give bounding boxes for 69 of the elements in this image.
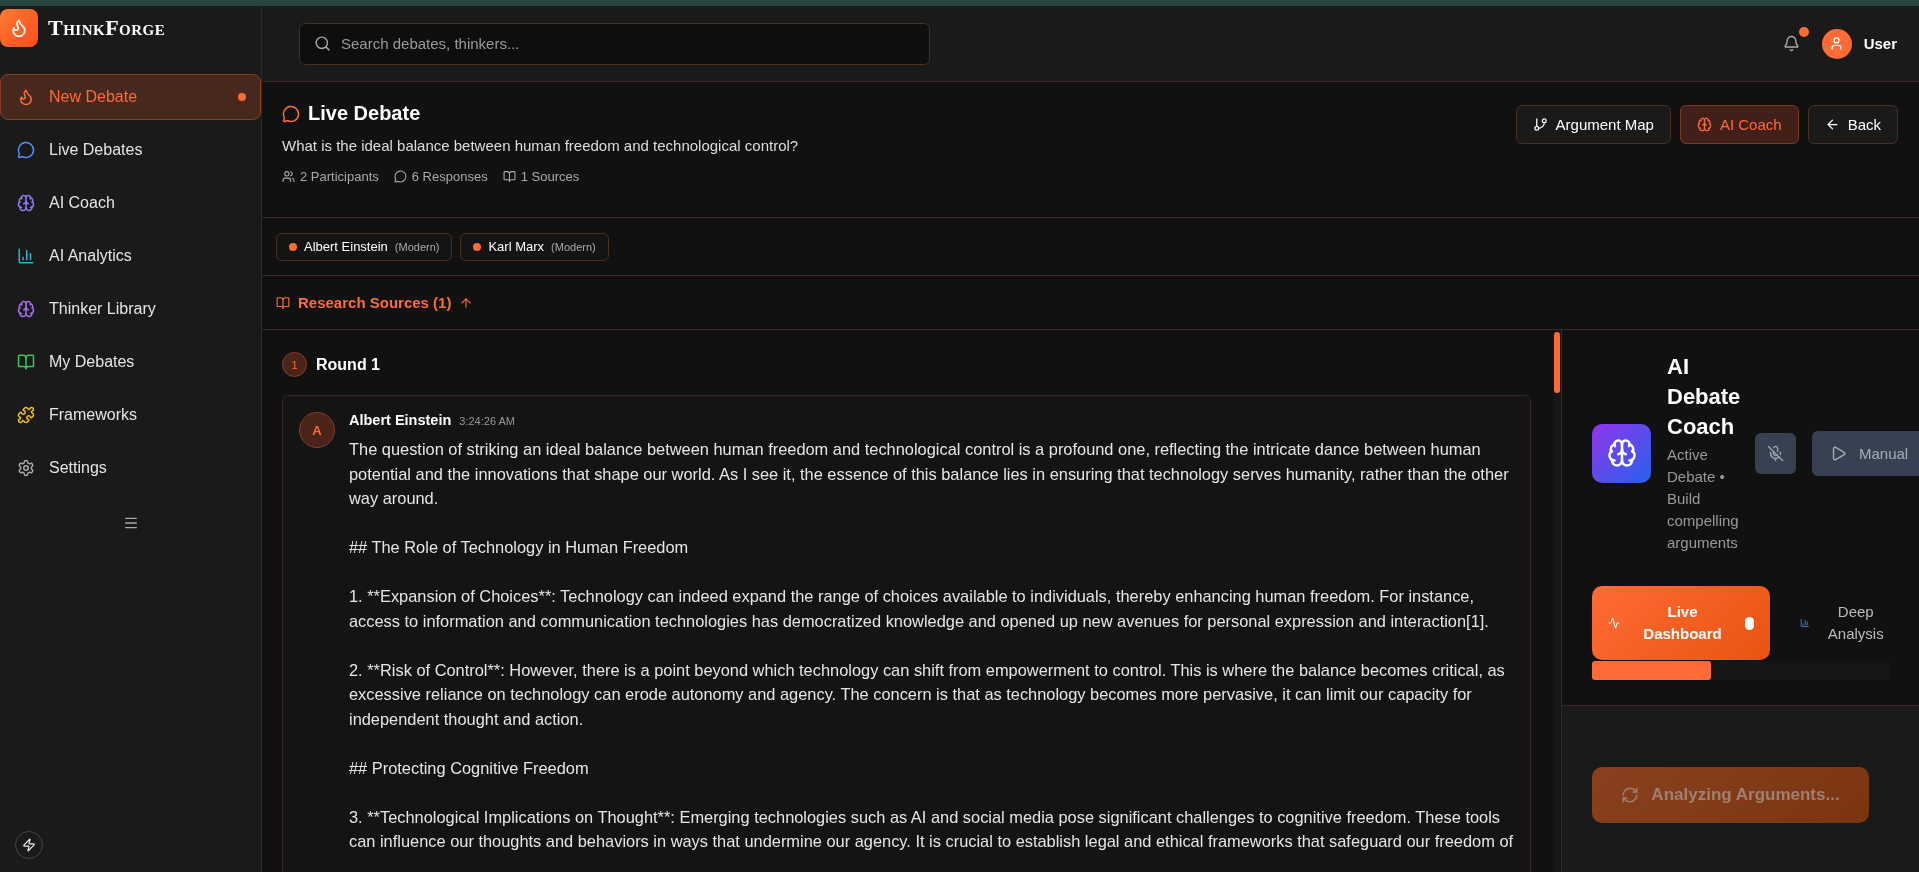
user-name: User [1863, 35, 1897, 52]
branch-icon [1532, 117, 1548, 132]
toolbar-button[interactable]: Back [1807, 105, 1898, 144]
message-paragraph: 2. **Risk of Control**: However, there is a point beyond which technology can shift from empowerment to control. This is where the balance becomes critical, as excessive reliance on technology can erode autonomy and agency. The concern is that as technology becomes more pervasive, it can limit our capacity for independent thought and action. [349, 659, 1506, 730]
chat-bubble-icon [17, 141, 35, 159]
users-icon [282, 170, 295, 183]
sidebar-item[interactable]: My Debates [0, 339, 261, 385]
toolbar-button[interactable]: Argument Map [1515, 105, 1671, 144]
sidebar-item[interactable]: Frameworks [0, 392, 261, 438]
message-paragraph: The question of striking an ideal balance between human freedom and technological control is a profound one, reflecting the intricate dance between human potential and the innovations that shape our world. As I see it, the essence of this balance lies in ensuring that technology serves humanity, rather than the other way around. [349, 439, 1510, 509]
participant-chip[interactable]: Albert Einstein (Modern) [276, 232, 453, 261]
sidebar-item[interactable]: Settings [0, 445, 261, 491]
coach-tab[interactable]: Deep Analysis [1784, 586, 1904, 660]
chat-bubble-icon [393, 170, 407, 183]
round-number: 1 [282, 352, 307, 377]
search-icon [314, 35, 331, 52]
message-time: 3:24:26 AM [459, 415, 515, 427]
chat-bubble-icon [282, 104, 300, 123]
play-icon [1830, 444, 1847, 462]
sidebar-item[interactable]: AI Coach [0, 180, 261, 226]
toolbar-button[interactable]: AI Coach [1679, 105, 1799, 144]
round-title: Round 1 [316, 355, 380, 374]
mic-button[interactable] [1755, 432, 1796, 474]
participant-era: (Modern) [394, 240, 440, 253]
user-avatar[interactable] [1821, 28, 1852, 59]
sidebar-item[interactable]: New Debate [0, 74, 261, 120]
refresh-icon [1621, 786, 1640, 804]
message-paragraph: 1. **Expansion of Choices**: Technology can indeed expand the range of choices available to individuals, thereby enhancing human freedom. For instance, access to information and communication technologies has democratized knowledge and opened up new avenues for personal expression and interaction[1]. [349, 586, 1490, 632]
sources-toggle[interactable]: Research Sources (1) [298, 294, 452, 311]
book-icon [276, 295, 290, 310]
participant-chip[interactable]: Karl Marx (Modern) [460, 232, 609, 261]
author-name: Albert Einstein [349, 412, 452, 428]
manual-button[interactable]: Manual [1812, 430, 1919, 476]
bell-icon[interactable] [1782, 35, 1800, 52]
message-paragraph: 3. **Technological Implications on Thought**: Emerging technologies such as AI and social media pose significant challenges to cognitive freedom. These tools can influence our thoughts and behaviors in ways that undermine our agency. It is crucial to establish legal and ethical frameworks that safeguard our freedom of [349, 806, 1515, 852]
bar-chart-icon [17, 247, 35, 265]
author-avatar: A [299, 412, 335, 448]
sidebar-item[interactable]: Live Debates [0, 127, 261, 173]
message-paragraph: ## Protecting Cognitive Freedom [349, 757, 590, 779]
flame-icon [17, 88, 35, 106]
scrollbar[interactable] [1553, 330, 1561, 872]
brain-icon [1696, 117, 1712, 132]
app-name: ThinkForge [48, 15, 166, 41]
lightning-icon [22, 838, 36, 852]
book-icon [502, 170, 516, 183]
pulse-icon [1608, 616, 1621, 630]
coach-title: AI Debate Coach [1667, 353, 1742, 441]
logo-icon [0, 9, 38, 47]
brain-icon [1592, 423, 1651, 483]
meta-text: 1 Sources [520, 169, 580, 184]
participant-name: Karl Marx [488, 239, 545, 254]
participant-name: Albert Einstein [304, 239, 388, 254]
book-icon [17, 353, 35, 371]
puzzle-icon [17, 406, 35, 424]
mic-off-icon [1767, 444, 1784, 462]
meta-text: 2 Participants [300, 169, 379, 184]
sidebar-item[interactable]: AI Analytics [0, 233, 261, 279]
bar-chart-icon [1800, 616, 1810, 630]
settings-icon [17, 459, 35, 477]
meta-text: 6 Responses [411, 169, 488, 184]
menu-icon[interactable] [122, 515, 139, 531]
sidebar-item[interactable]: Thinker Library [0, 286, 261, 332]
participant-era: (Modern) [551, 240, 596, 253]
message-paragraph: ## The Role of Technology in Human Freedom [349, 537, 690, 558]
debate-question: What is the ideal balance between human freedom and technological control? [282, 137, 800, 154]
brain-icon [17, 300, 35, 318]
coach-subtitle: Active Debate • Build compelling arguments [1667, 445, 1740, 553]
brain-icon [17, 194, 35, 212]
debate-title: Live Debate [308, 102, 421, 125]
